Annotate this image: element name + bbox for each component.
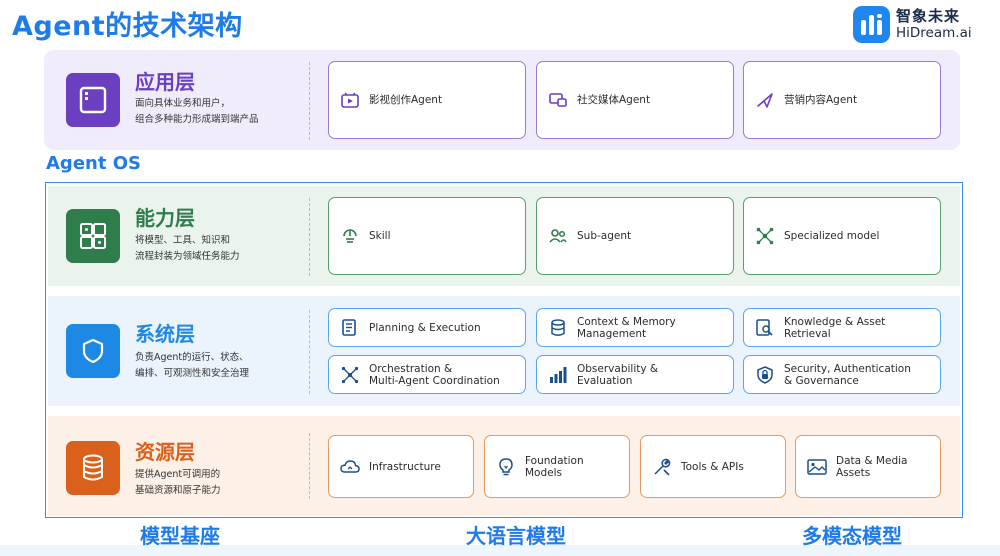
sys-card-context-memory[interactable]: Context & Memory Management [536, 308, 734, 347]
base-label-multimodal: 多模态模型 [802, 524, 902, 548]
cloud-icon [340, 457, 360, 477]
skill-icon [340, 226, 360, 246]
users-icon [548, 226, 568, 246]
cap-card-skill[interactable]: Skill [328, 197, 526, 275]
card-label: 营销内容Agent [784, 94, 858, 106]
layer-desc-app: 面向具体业务和用户， 组合多种能力形成端到端产品 [135, 98, 259, 125]
agent-os-label: Agent OS [46, 153, 141, 174]
card-label: Skill [369, 230, 391, 242]
social-chat-icon [548, 90, 568, 110]
card-label: 社交媒体Agent [577, 94, 651, 106]
app-window-icon [66, 73, 120, 127]
logo-text-en: HiDream.ai [896, 24, 972, 41]
res-card-data-media[interactable]: Data & Media Assets [795, 435, 941, 498]
card-label: Foundation Models [525, 454, 584, 479]
res-card-tools-apis[interactable]: Tools & APIs [640, 435, 786, 498]
app-card-marketing[interactable]: 营销内容Agent [743, 61, 941, 139]
sys-card-planning[interactable]: Planning & Execution [328, 308, 526, 347]
app-card-social[interactable]: 社交媒体Agent [536, 61, 734, 139]
card-label: Specialized model [784, 230, 880, 242]
image-icon [807, 457, 827, 477]
bar-chart-icon [548, 365, 568, 385]
logo-mark-icon [853, 6, 890, 43]
grid-blocks-icon [66, 209, 120, 263]
layer-desc-capability: 将模型、工具、知识和 流程封装为领域任务能力 [135, 235, 240, 262]
video-icon [340, 90, 360, 110]
layer-title-app: 应用层 [135, 70, 195, 94]
sys-card-security[interactable]: Security, Authentication & Governance [743, 355, 941, 394]
res-card-foundation-models[interactable]: Foundation Models [484, 435, 630, 498]
orchestration-icon [340, 365, 360, 385]
database-icon [548, 318, 568, 338]
app-card-video[interactable]: 影视创作Agent [328, 61, 526, 139]
base-label-llm: 大语言模型 [466, 524, 566, 548]
layer-title-system: 系统层 [135, 322, 195, 346]
card-label: Context & Memory Management [577, 315, 676, 340]
cap-card-subagent[interactable]: Sub-agent [536, 197, 734, 275]
card-label: Security, Authentication & Governance [784, 362, 911, 387]
architecture-diagram: Agent的技术架构 智象未来 HiDream.ai 应用层 面向具体业务和用户… [0, 0, 1000, 556]
database-stack-icon [66, 441, 120, 495]
document-search-icon [755, 318, 775, 338]
card-label: Sub-agent [577, 230, 632, 242]
tools-icon [652, 457, 672, 477]
layer-desc-resource: 提供Agent可调用的 基础资源和原子能力 [135, 469, 221, 496]
logo-text-cn: 智象未来 [896, 6, 961, 25]
layer-title-capability: 能力层 [135, 206, 195, 230]
layer-title-resource: 资源层 [135, 440, 195, 464]
res-card-infrastructure[interactable]: Infrastructure [328, 435, 474, 498]
sys-card-observability[interactable]: Observability & Evaluation [536, 355, 734, 394]
page-title: Agent的技术架构 [12, 11, 243, 42]
lock-shield-icon [755, 365, 775, 385]
card-label: Tools & APIs [681, 460, 744, 473]
card-label: Infrastructure [369, 460, 441, 473]
layer-desc-system: 负责Agent的运行、状态、 编排、可观测性和安全治理 [135, 352, 250, 379]
card-label: Planning & Execution [369, 321, 481, 334]
network-nodes-icon [755, 226, 775, 246]
card-label: Orchestration & Multi-Agent Coordination [369, 362, 500, 387]
card-label: Knowledge & Asset Retrieval [784, 315, 886, 340]
brand-logo: 智象未来 HiDream.ai [853, 6, 972, 43]
sys-card-knowledge[interactable]: Knowledge & Asset Retrieval [743, 308, 941, 347]
shield-icon [66, 324, 120, 378]
sys-card-orchestration[interactable]: Orchestration & Multi-Agent Coordination [328, 355, 526, 394]
card-label: 影视创作Agent [369, 94, 443, 106]
lightbulb-icon [496, 457, 516, 477]
checklist-icon [340, 318, 360, 338]
card-label: Data & Media Assets [836, 454, 908, 479]
send-arrow-icon [755, 90, 775, 110]
cap-card-specialized-model[interactable]: Specialized model [743, 197, 941, 275]
base-label-model-foundation: 模型基座 [140, 524, 220, 548]
card-label: Observability & Evaluation [577, 362, 659, 387]
